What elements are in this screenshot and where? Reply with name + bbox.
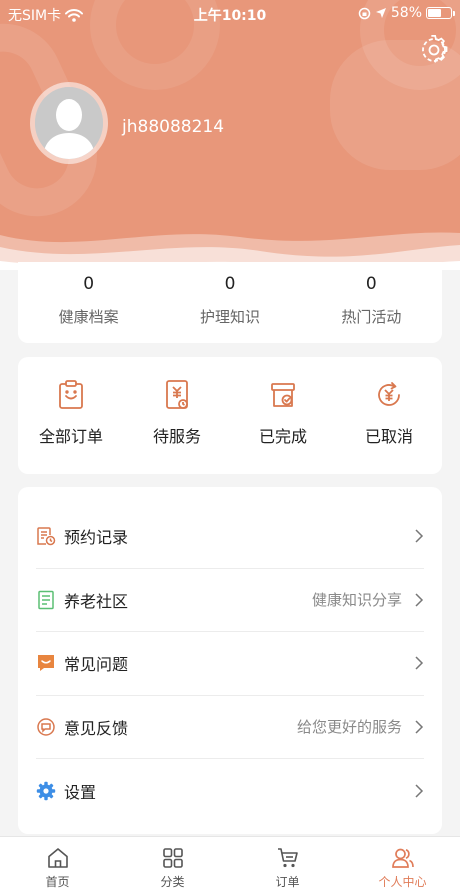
default-user-silhouette-icon	[35, 87, 103, 159]
tab-label: 个人中心	[378, 875, 427, 889]
battery-percent: 58%	[390, 5, 422, 21]
stat-value: 0	[365, 274, 377, 294]
feedback-icon	[37, 718, 55, 736]
tab-orders[interactable]: 订单	[230, 837, 345, 896]
order-label: 已取消	[364, 427, 413, 446]
chat-bubble-icon	[38, 655, 54, 672]
clipboard-icon	[59, 380, 83, 409]
stat-value: 0	[83, 274, 95, 294]
stat-hot-activities[interactable]: 0 热门活动	[301, 262, 442, 343]
user-icon	[391, 848, 414, 868]
orders-card: 全部订单 待服务 已完成 已取消	[18, 357, 442, 474]
menu-faq[interactable]: 常见问题	[36, 632, 424, 696]
order-completed-button[interactable]: 已完成	[230, 357, 336, 474]
stat-health-records[interactable]: 0 健康档案	[18, 262, 159, 343]
tab-label: 订单	[275, 875, 300, 889]
order-all-button[interactable]: 全部订单	[18, 357, 124, 474]
settings-gear-button[interactable]	[419, 35, 449, 65]
menu-senior-community[interactable]: 养老社区 健康知识分享	[36, 569, 424, 632]
stat-label: 健康档案	[58, 308, 119, 326]
username: jh88088214	[122, 117, 225, 137]
chevron-right-icon	[415, 593, 424, 607]
profile-header: 无SIM卡 上午10:10 58% jh88088214	[0, 0, 460, 270]
menu-settings[interactable]: 设置	[36, 759, 424, 823]
menu-feedback[interactable]: 意见反馈 给您更好的服务	[36, 696, 424, 759]
grid-icon	[162, 848, 183, 868]
stat-label: 热门活动	[341, 308, 402, 326]
gear-icon	[36, 781, 56, 800]
order-pending-button[interactable]: 待服务	[124, 357, 230, 474]
menu-label: 常见问题	[64, 655, 129, 675]
menu-label: 养老社区	[64, 591, 129, 611]
battery-icon	[426, 7, 455, 19]
home-icon	[47, 848, 68, 868]
yuan-document-icon	[166, 380, 188, 409]
location-arrow-icon	[375, 8, 386, 18]
cart-icon	[277, 848, 298, 868]
menu-hint: 给您更好的服务	[296, 718, 402, 737]
status-bar: 无SIM卡 上午10:10 58%	[0, 0, 460, 26]
tab-category[interactable]: 分类	[115, 837, 230, 896]
order-label: 已完成	[258, 427, 307, 446]
chevron-right-icon	[415, 720, 424, 734]
stat-label: 护理知识	[199, 308, 260, 326]
menu-label: 意见反馈	[64, 718, 129, 738]
rotation-lock-icon	[358, 7, 371, 19]
box-check-icon	[271, 383, 295, 407]
stat-care-knowledge[interactable]: 0 护理知识	[159, 262, 300, 343]
order-label: 全部订单	[38, 427, 103, 446]
stat-value: 0	[224, 274, 236, 294]
tab-label: 首页	[45, 875, 70, 889]
tab-profile[interactable]: 个人中心	[345, 837, 460, 896]
avatar-placeholder	[35, 87, 103, 159]
tab-label: 分类	[160, 875, 185, 889]
menu-appointment-records[interactable]: 预约记录	[36, 505, 424, 569]
chevron-right-icon	[415, 656, 424, 670]
appointment-record-icon	[37, 527, 56, 546]
menu-label: 预约记录	[64, 528, 129, 548]
tab-home[interactable]: 首页	[0, 837, 115, 896]
yuan-refund-icon	[378, 382, 400, 406]
menu-card: 预约记录 养老社区 健康知识分享 常见问题 意见反馈 给您更好的服务 设置	[18, 487, 442, 834]
document-list-icon	[38, 590, 54, 609]
stats-card: 0 健康档案 0 护理知识 0 热门活动	[18, 262, 442, 343]
order-label: 待服务	[152, 427, 201, 446]
battery-level	[428, 9, 441, 17]
chevron-right-icon	[415, 784, 424, 798]
menu-label: 设置	[64, 782, 97, 802]
avatar[interactable]	[30, 82, 108, 164]
bottom-tab-bar: 首页 分类 订单 个人中心	[0, 836, 460, 896]
menu-hint: 健康知识分享	[311, 591, 402, 610]
chevron-right-icon	[415, 529, 424, 543]
order-cancelled-button[interactable]: 已取消	[336, 357, 442, 474]
